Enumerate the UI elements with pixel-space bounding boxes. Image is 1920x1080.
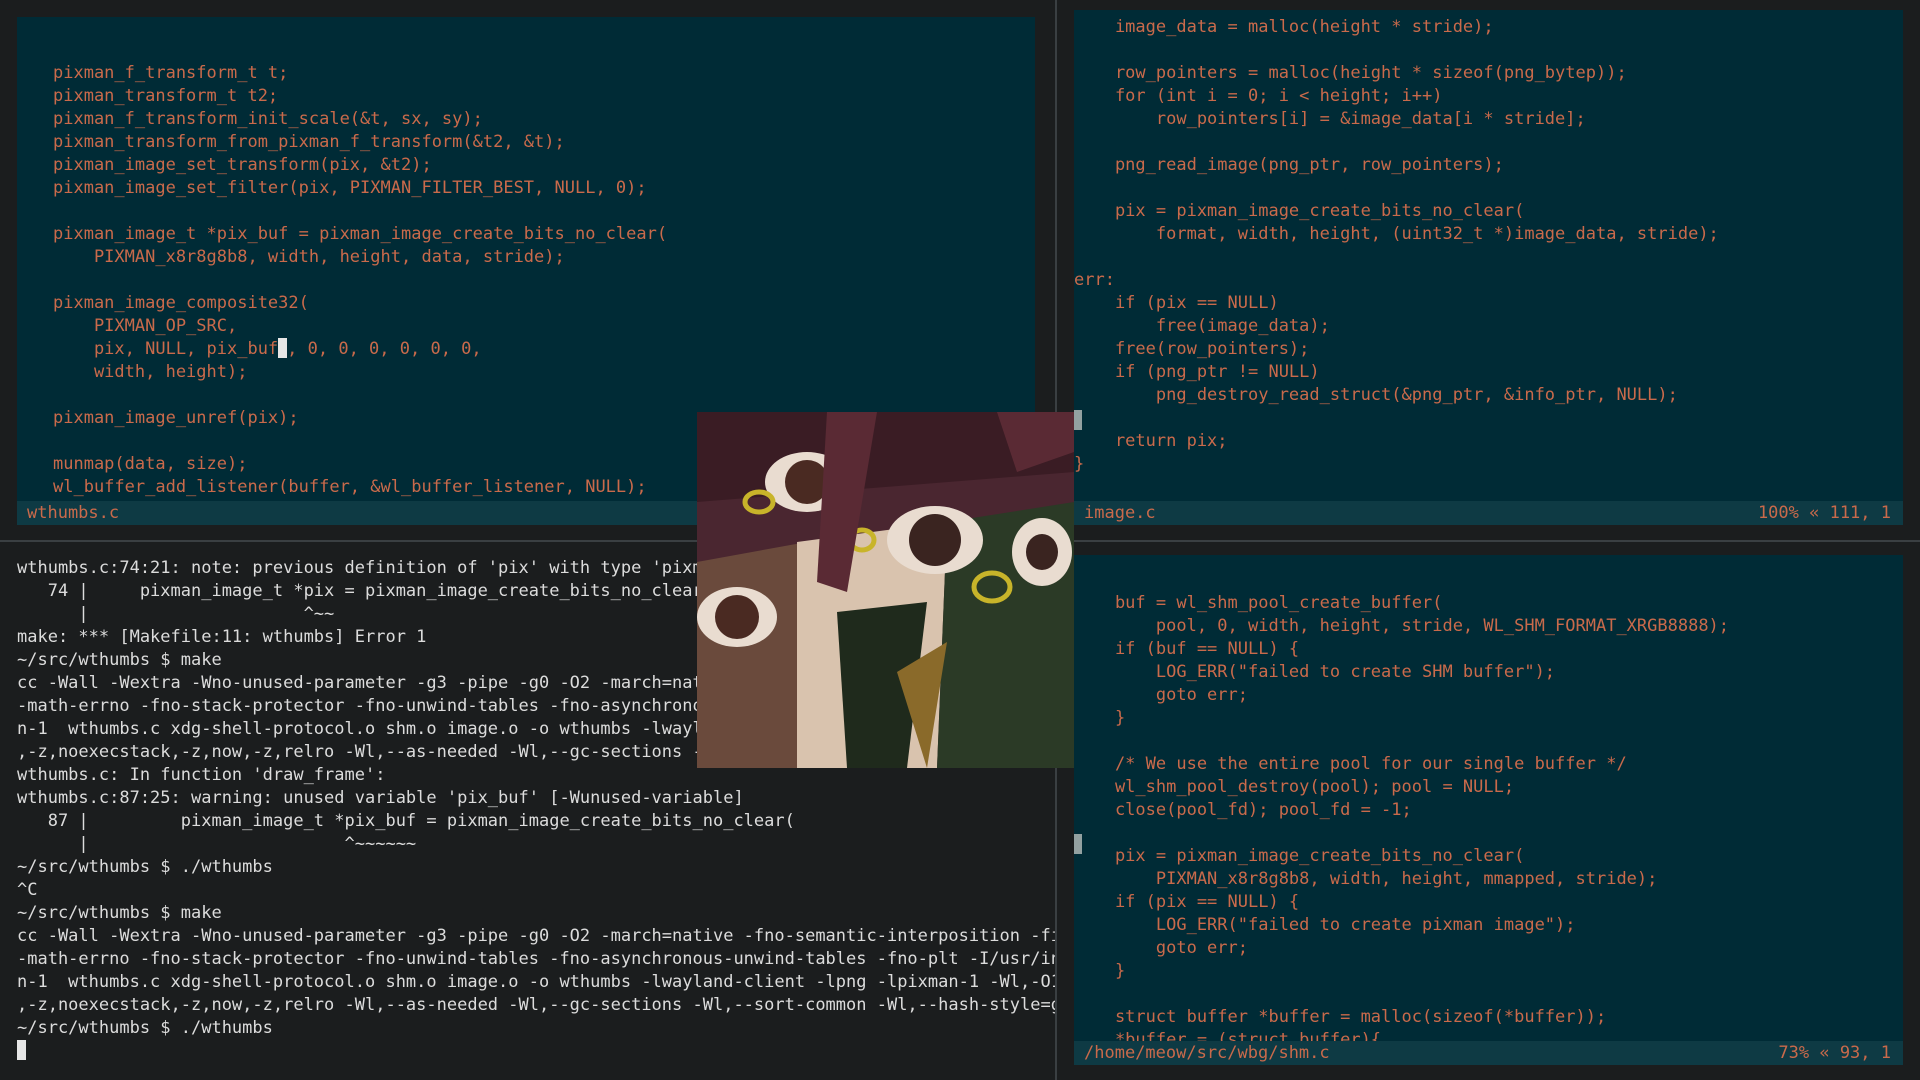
code-line: for (int i = 0; i < height; i++) <box>1074 86 1443 106</box>
anime-thumbnail-image <box>697 412 1074 768</box>
terminal-prompt-line[interactable] <box>17 1040 1055 1063</box>
terminal-cursor <box>17 1040 26 1060</box>
code-text: , 0, 0, 0, 0, 0, 0, <box>287 339 482 359</box>
code-line: pixman_image_composite32( <box>53 293 309 313</box>
terminal-line: 87 | pixman_image_t *pix_buf = pixman_im… <box>17 811 795 831</box>
code-line: } <box>1074 708 1126 728</box>
text-cursor <box>278 338 288 358</box>
code-line: PIXMAN_OP_SRC, <box>53 316 238 336</box>
code-line: pixman_image_set_filter(pix, PIXMAN_FILT… <box>53 178 647 198</box>
editor-pane-bottom-right[interactable]: buf = wl_shm_pool_create_buffer( pool, 0… <box>1074 555 1903 1065</box>
terminal-line: ^C <box>17 880 38 900</box>
code-line: PIXMAN_x8r8g8b8, width, height, data, st… <box>53 247 565 267</box>
terminal-line: ~/src/wthumbs $ ./wthumbs <box>17 1018 273 1038</box>
code-line: LOG_ERR("failed to create pixman image")… <box>1074 915 1576 935</box>
code-line: goto err; <box>1074 938 1248 958</box>
code-line: pixman_image_set_transform(pix, &t2); <box>53 155 432 175</box>
code-line: PIXMAN_x8r8g8b8, width, height, mmapped,… <box>1074 869 1658 889</box>
code-line: } <box>1074 454 1085 474</box>
code-line: free(image_data); <box>1074 316 1330 336</box>
code-line: close(pool_fd); pool_fd = -1; <box>1074 800 1412 820</box>
terminal-line: n-1 wthumbs.c xdg-shell-protocol.o shm.o… <box>17 972 1055 992</box>
code-line: pixman_image_unref(pix); <box>53 408 299 428</box>
gutter-marker <box>1074 410 1082 430</box>
code-line: struct buffer *buffer = malloc(sizeof(*b… <box>1074 1007 1607 1027</box>
status-position: 73% « 93, 1 <box>1778 1043 1891 1063</box>
code-line: buf = wl_shm_pool_create_buffer( <box>1074 593 1443 613</box>
terminal-line: wthumbs.c:87:25: warning: unused variabl… <box>17 788 744 808</box>
code-area[interactable]: pixman_f_transform_t t; pixman_transform_… <box>53 39 667 522</box>
code-line: pix, NULL, pix_buf , 0, 0, 0, 0, 0, 0, <box>53 338 667 361</box>
code-line: pix = pixman_image_create_bits_no_clear( <box>1074 201 1525 221</box>
code-line: goto err; <box>1074 685 1248 705</box>
code-line: pix = pixman_image_create_bits_no_clear( <box>1074 846 1525 866</box>
editor-pane-top-right[interactable]: image_data = malloc(height * stride); ro… <box>1074 10 1903 525</box>
status-filename: /home/meow/src/wbg/shm.c <box>1084 1043 1330 1063</box>
code-line: pixman_transform_t t2; <box>53 86 279 106</box>
code-line: pixman_f_transform_init_scale(&t, sx, sy… <box>53 109 483 129</box>
code-line: pixman_image_t *pix_buf = pixman_image_c… <box>53 224 668 244</box>
code-line: return pix; <box>1074 431 1228 451</box>
status-filename: image.c <box>1084 503 1156 523</box>
code-line: row_pointers = malloc(height * sizeof(pn… <box>1074 63 1627 83</box>
code-line: pool, 0, width, height, stride, WL_SHM_F… <box>1074 616 1730 636</box>
terminal-line: ,-z,noexecstack,-z,now,-z,relro -Wl,--as… <box>17 995 1055 1015</box>
terminal-line: cc -Wall -Wextra -Wno-unused-parameter -… <box>17 926 1055 946</box>
code-line: row_pointers[i] = &image_data[i * stride… <box>1074 109 1586 129</box>
code-text: pix, NULL, pix_buf <box>53 339 279 359</box>
code-area[interactable]: buf = wl_shm_pool_create_buffer( pool, 0… <box>1074 569 1729 1052</box>
code-line: pixman_transform_from_pixman_f_transform… <box>53 132 565 152</box>
code-line: wl_buffer_add_listener(buffer, &wl_buffe… <box>53 477 647 497</box>
status-position: 100% « 111, 1 <box>1757 503 1891 523</box>
thumbnail-image[interactable] <box>697 412 1074 768</box>
code-line: free(row_pointers); <box>1074 339 1310 359</box>
code-line: format, width, height, (uint32_t *)image… <box>1074 224 1719 244</box>
code-line: err: <box>1074 270 1115 290</box>
terminal-line: ~/src/wthumbs $ make <box>17 903 222 923</box>
status-bar: /home/meow/src/wbg/shm.c 73% « 93, 1 <box>1074 1041 1903 1065</box>
code-line: if (pix == NULL) <box>1074 293 1279 313</box>
code-line: if (pix == NULL) { <box>1074 892 1300 912</box>
code-line: LOG_ERR("failed to create SHM buffer"); <box>1074 662 1556 682</box>
code-line: png_read_image(png_ptr, row_pointers); <box>1074 155 1504 175</box>
code-line: wl_shm_pool_destroy(pool); pool = NULL; <box>1074 777 1515 797</box>
status-filename: wthumbs.c <box>27 503 120 523</box>
code-line: width, height); <box>53 362 248 382</box>
status-bar: image.c 100% « 111, 1 <box>1074 501 1903 525</box>
code-line: image_data = malloc(height * stride); <box>1074 17 1494 37</box>
code-area[interactable]: image_data = malloc(height * stride); ro… <box>1074 16 1719 476</box>
code-line: munmap(data, size); <box>53 454 248 474</box>
code-line: } <box>1074 961 1126 981</box>
terminal-line: | ^~~~~~~ <box>17 834 417 854</box>
code-line: png_destroy_read_struct(&png_ptr, &info_… <box>1074 385 1678 405</box>
code-line: /* We use the entire pool for our single… <box>1074 754 1627 774</box>
code-line: if (png_ptr != NULL) <box>1074 362 1320 382</box>
code-line: if (buf == NULL) { <box>1074 639 1300 659</box>
horizontal-divider-right[interactable] <box>1057 540 1920 542</box>
gutter-marker <box>1074 834 1082 854</box>
terminal-line: ~/src/wthumbs $ ./wthumbs <box>17 857 273 877</box>
code-line: pixman_f_transform_t t; <box>53 63 289 83</box>
terminal-line: -math-errno -fno-stack-protector -fno-un… <box>17 949 1055 969</box>
